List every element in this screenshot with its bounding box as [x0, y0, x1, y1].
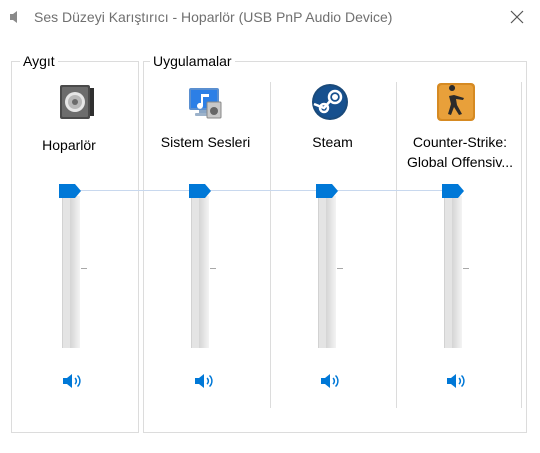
mute-speaker-icon[interactable] [320, 372, 342, 390]
close-icon [510, 10, 524, 24]
mute-speaker-icon[interactable] [194, 372, 216, 390]
steam-icon[interactable] [310, 82, 350, 122]
mute-speaker-icon[interactable] [446, 372, 468, 390]
channel-label-counter-strike: Counter-Strike: Global Offensiv... [400, 132, 520, 172]
volume-slider-track[interactable] [318, 196, 343, 348]
channel-label-line: Counter-Strike: [412, 134, 508, 150]
volume-slider-thumb[interactable] [58, 184, 82, 198]
device-group-label: Aygıt [20, 53, 58, 69]
channel-label-steam: Steam [312, 134, 353, 150]
volume-slider-track[interactable] [62, 196, 87, 348]
speaker-icon [10, 11, 17, 23]
window-title: Ses Düzeyi Karıştırıcı - Hoparlör (USB P… [34, 9, 393, 25]
volume-slider-track[interactable] [191, 196, 216, 348]
master-volume-link-line [78, 190, 448, 191]
counter-strike-icon[interactable] [436, 82, 476, 122]
channel-divider [270, 82, 271, 408]
close-button[interactable] [494, 0, 540, 34]
system-sounds-icon[interactable] [185, 82, 225, 122]
volume-slider-track[interactable] [444, 196, 469, 348]
volume-slider-thumb[interactable] [441, 184, 465, 198]
volume-slider-thumb[interactable] [188, 184, 212, 198]
channel-divider [396, 82, 397, 408]
title-bar: Ses Düzeyi Karıştırıcı - Hoparlör (USB P… [0, 0, 540, 36]
channel-label-line: Global Offensiv... [406, 154, 514, 170]
channel-divider [521, 82, 522, 408]
speaker-device-icon[interactable] [57, 82, 97, 122]
apps-group-label: Uygulamalar [150, 53, 235, 69]
channel-label-sistem-sesleri: Sistem Sesleri [160, 134, 251, 150]
volume-slider-thumb[interactable] [315, 184, 339, 198]
mute-speaker-icon[interactable] [62, 372, 84, 390]
channel-label-hoparlor: Hoparlör [42, 137, 96, 153]
